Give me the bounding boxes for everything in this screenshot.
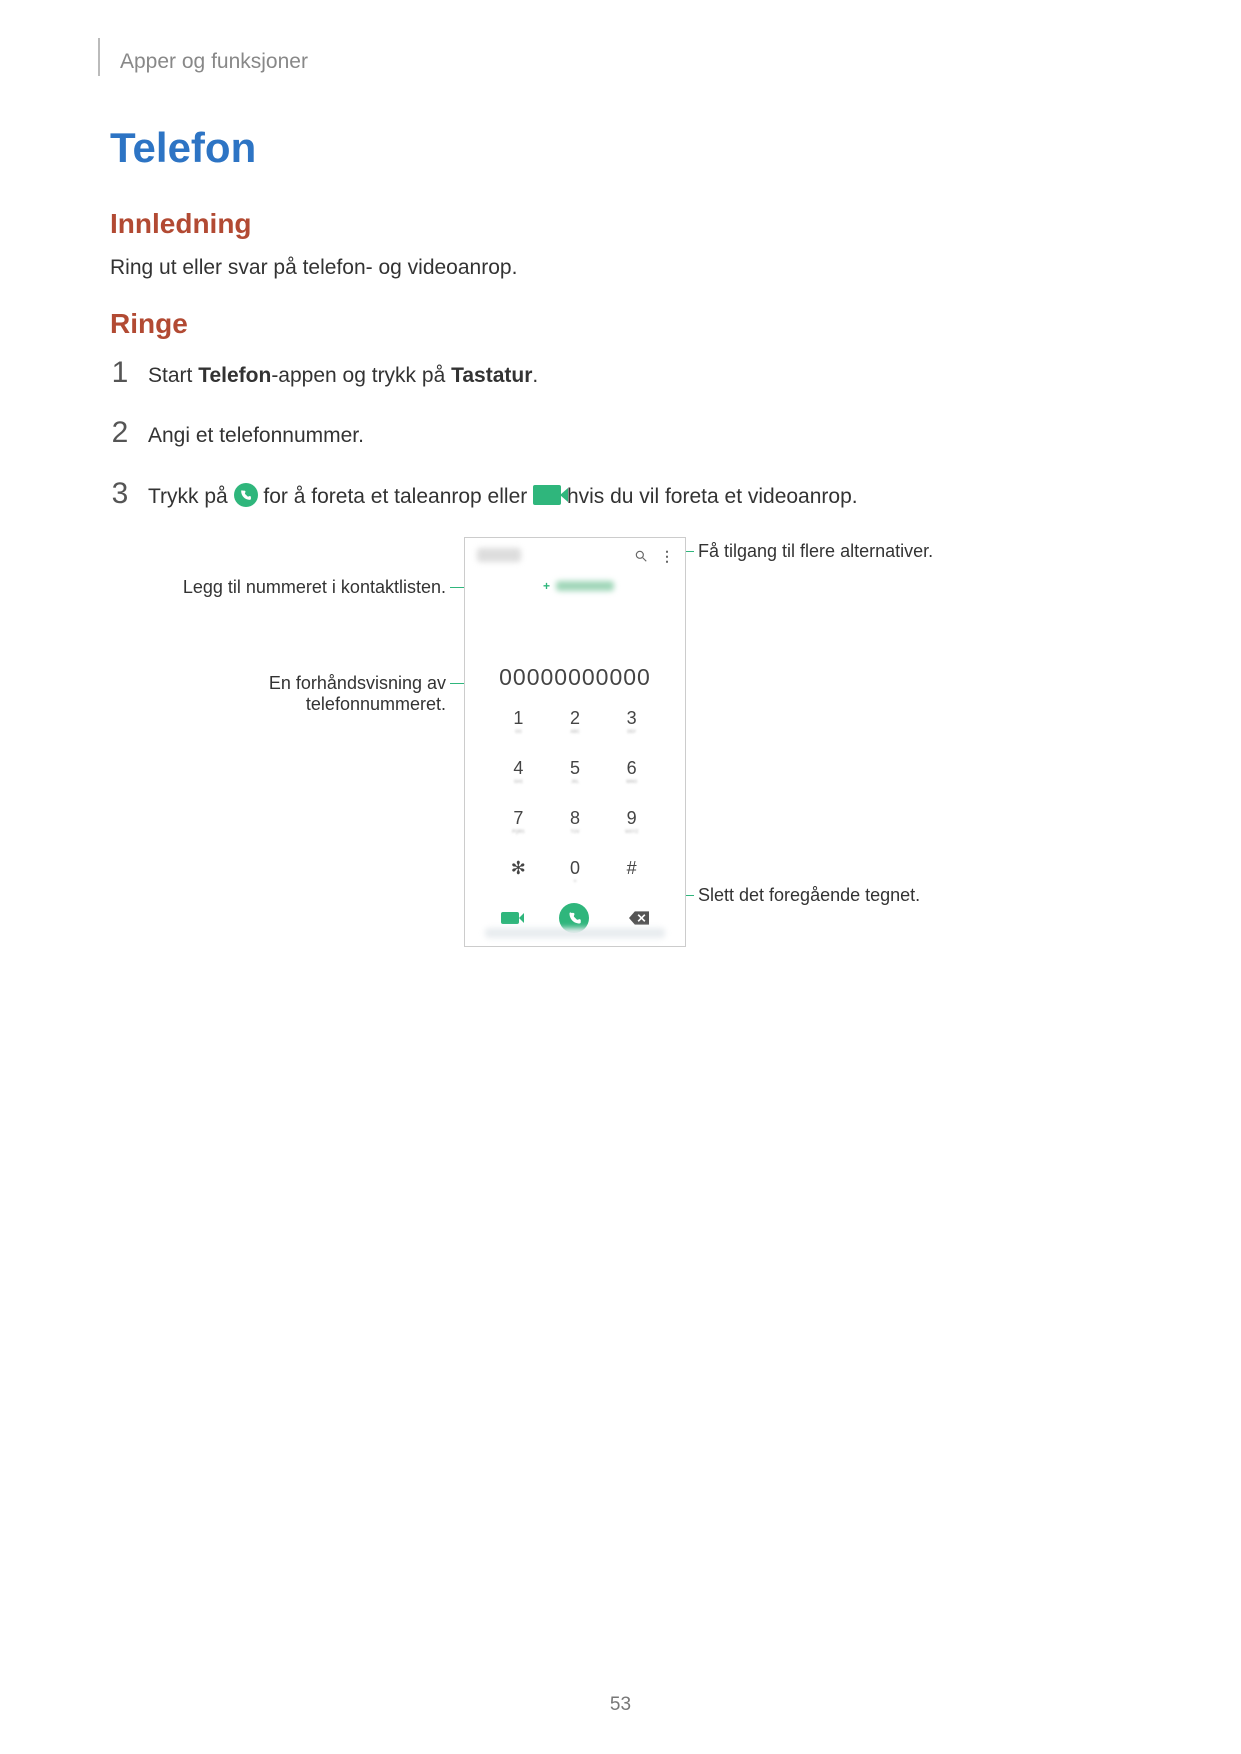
app-title-blurred	[477, 548, 521, 562]
phone-icon	[234, 483, 258, 507]
step-number: 3	[110, 477, 130, 511]
key-3[interactable]: 3ᴅᴇꜰ	[603, 705, 660, 745]
step-text: Trykk på for å foreta et taleanrop eller…	[148, 482, 858, 511]
key-star[interactable]: ✻	[490, 855, 547, 895]
key-5[interactable]: 5ᴊᴋʟ	[547, 755, 604, 795]
dialed-number: 00000000000	[465, 664, 685, 691]
callout-more-options: Få tilgang til flere alternativer.	[698, 541, 933, 562]
step-number: 1	[110, 356, 130, 390]
callout-delete: Slett det foregående tegnet.	[698, 885, 920, 906]
key-1[interactable]: 1ᴏᴏ	[490, 705, 547, 745]
intro-text: Ring ut eller svar på telefon- og videoa…	[110, 256, 1161, 280]
section-heading-call: Ringe	[110, 308, 1161, 340]
step-text: Start Telefon-appen og trykk på Tastatur…	[148, 361, 538, 390]
key-8[interactable]: 8ᴛᴜᴠ	[547, 805, 604, 845]
bottom-tabs-blurred	[485, 928, 665, 938]
key-2[interactable]: 2ᴀʙᴄ	[547, 705, 604, 745]
callout-add-contact: Legg til nummeret i kontaktlisten.	[150, 577, 446, 598]
video-icon	[533, 485, 561, 505]
search-icon[interactable]	[634, 549, 648, 563]
video-call-button[interactable]	[501, 912, 519, 924]
phone-screenshot: ⋮ + 00000000000 1ᴏᴏ 2ᴀʙᴄ 3ᴅᴇꜰ 4ɢʜɪ 5ᴊᴋʟ …	[464, 537, 686, 947]
key-4[interactable]: 4ɢʜɪ	[490, 755, 547, 795]
dial-keypad: 1ᴏᴏ 2ᴀʙᴄ 3ᴅᴇꜰ 4ɢʜɪ 5ᴊᴋʟ 6ᴍɴᴏ 7ᴘǫʀs 8ᴛᴜᴠ …	[490, 705, 660, 895]
key-0[interactable]: 0+	[547, 855, 604, 895]
add-contact-label-blurred[interactable]	[556, 581, 614, 591]
step-1: 1 Start Telefon-appen og trykk på Tastat…	[110, 356, 1161, 390]
phone-figure: Få tilgang til flere alternativer. Legg …	[170, 537, 990, 967]
step-number: 2	[110, 416, 130, 450]
page-title: Telefon	[110, 124, 1161, 172]
key-7[interactable]: 7ᴘǫʀs	[490, 805, 547, 845]
step-text: Angi et telefonnummer.	[148, 421, 364, 450]
key-9[interactable]: 9ᴡxʏᴢ	[603, 805, 660, 845]
breadcrumb: Apper og funksjoner	[120, 50, 1161, 74]
section-heading-intro: Innledning	[110, 208, 1161, 240]
key-6[interactable]: 6ᴍɴᴏ	[603, 755, 660, 795]
callout-number-preview: En forhåndsvisning avtelefonnummeret.	[150, 673, 446, 715]
step-3: 3 Trykk på for å foreta et taleanrop ell…	[110, 477, 1161, 511]
more-options-icon[interactable]: ⋮	[660, 548, 675, 565]
page-number: 53	[0, 1694, 1241, 1716]
backspace-button[interactable]	[629, 911, 649, 925]
add-contact-icon[interactable]: +	[543, 579, 550, 593]
key-hash[interactable]: #	[603, 855, 660, 895]
step-2: 2 Angi et telefonnummer.	[110, 416, 1161, 450]
